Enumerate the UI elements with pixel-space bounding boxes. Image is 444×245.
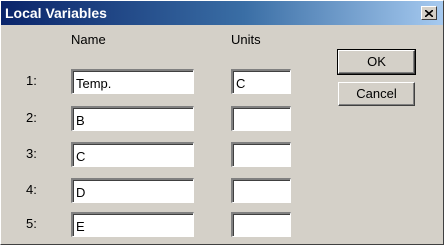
row-index-label: 3:	[26, 146, 37, 161]
unit-field-3[interactable]	[231, 142, 291, 167]
local-variables-dialog: Local Variables Name Units 1: 2: 3: 4: 5…	[0, 0, 444, 245]
units-column-header: Units	[231, 32, 261, 47]
row-index-label: 1:	[26, 73, 37, 88]
row-index-label: 5:	[26, 216, 37, 231]
row-index-label: 2:	[26, 110, 37, 125]
unit-field-4[interactable]	[231, 178, 291, 203]
name-field-2[interactable]	[71, 106, 194, 131]
name-field-3[interactable]	[71, 142, 194, 167]
unit-field-5[interactable]	[231, 212, 291, 237]
name-field-1[interactable]	[71, 69, 194, 94]
name-field-5[interactable]	[71, 212, 194, 237]
cancel-button[interactable]: Cancel	[338, 82, 415, 106]
close-icon	[425, 9, 433, 17]
unit-field-1[interactable]	[231, 69, 291, 94]
name-field-4[interactable]	[71, 178, 194, 203]
name-column-header: Name	[71, 32, 106, 47]
title-bar[interactable]: Local Variables	[1, 1, 443, 25]
row-index-label: 4:	[26, 182, 37, 197]
unit-field-2[interactable]	[231, 106, 291, 131]
ok-button[interactable]: OK	[337, 49, 416, 75]
window-title: Local Variables	[5, 5, 107, 21]
close-button[interactable]	[421, 6, 437, 20]
